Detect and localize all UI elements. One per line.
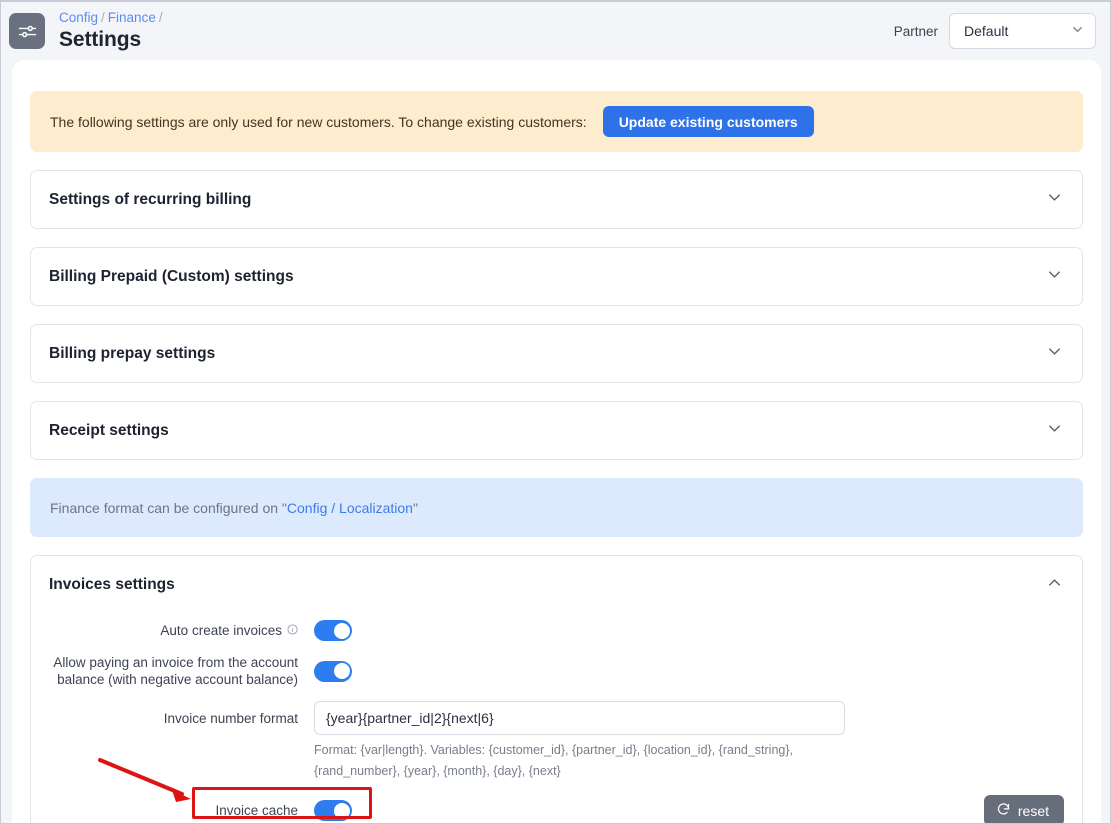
panel-receipt-settings-header[interactable]: Receipt settings bbox=[31, 402, 1082, 459]
row-invoice-number-format: Invoice number format Format: {var|lengt… bbox=[49, 701, 1064, 782]
auto-create-invoices-label-wrap: Auto create invoices bbox=[49, 622, 314, 639]
auto-create-invoices-label: Auto create invoices bbox=[160, 623, 282, 638]
panel-billing-prepay-title: Billing prepay settings bbox=[49, 344, 216, 362]
panel-invoices-settings-header[interactable]: Invoices settings bbox=[31, 556, 1082, 613]
invoice-number-format-label: Invoice number format bbox=[163, 711, 298, 726]
invoice-cache-label: Invoice cache bbox=[215, 803, 298, 818]
update-existing-customers-button[interactable]: Update existing customers bbox=[602, 106, 814, 137]
header-title-block: Config / Finance / Settings bbox=[59, 10, 166, 52]
panel-invoices-settings-body: Auto create invoices Allow paying an inv… bbox=[31, 613, 1082, 823]
panel-invoices-settings: Invoices settings Auto create invoices A… bbox=[30, 555, 1083, 823]
invoice-cache-toggle[interactable] bbox=[314, 800, 352, 821]
row-invoice-cache: Invoice cache reset bbox=[49, 795, 1064, 823]
panel-billing-prepaid-custom: Billing Prepaid (Custom) settings bbox=[30, 247, 1083, 306]
allow-paying-from-balance-label: Allow paying an invoice from the account… bbox=[53, 655, 298, 687]
header-right-controls: Partner Default bbox=[894, 13, 1096, 49]
invoice-number-format-input[interactable] bbox=[314, 701, 845, 735]
allow-paying-from-balance-toggle[interactable] bbox=[314, 660, 352, 682]
content-card: The following settings are only used for… bbox=[12, 60, 1101, 823]
invoice-number-format-field-group: Format: {var|length}. Variables: {custom… bbox=[314, 701, 845, 782]
toggle-knob bbox=[333, 802, 350, 819]
chevron-up-icon[interactable] bbox=[1045, 573, 1064, 597]
panel-billing-prepay: Billing prepay settings bbox=[30, 324, 1083, 383]
panel-billing-prepaid-custom-header[interactable]: Billing Prepaid (Custom) settings bbox=[31, 248, 1082, 305]
info-text-before: Finance format can be configured on " bbox=[50, 499, 287, 516]
panel-invoices-settings-title: Invoices settings bbox=[49, 575, 175, 593]
panel-recurring-billing-title: Settings of recurring billing bbox=[49, 190, 252, 208]
breadcrumb-item-config[interactable]: Config bbox=[59, 10, 98, 25]
info-text-after: " bbox=[412, 499, 418, 516]
partner-select-value: Default bbox=[964, 23, 1009, 39]
toggle-knob bbox=[333, 622, 350, 639]
page-title: Settings bbox=[59, 28, 142, 51]
toggle-knob bbox=[333, 663, 350, 679]
panel-recurring-billing: Settings of recurring billing bbox=[30, 170, 1083, 229]
panel-receipt-settings-title: Receipt settings bbox=[49, 421, 169, 439]
settings-page: Config / Finance / Settings Partner Default… bbox=[0, 0, 1111, 824]
chevron-down-icon[interactable] bbox=[1045, 265, 1064, 289]
panel-recurring-billing-header[interactable]: Settings of recurring billing bbox=[31, 171, 1082, 228]
new-customers-banner: The following settings are only used for… bbox=[30, 91, 1083, 152]
row-auto-create-invoices: Auto create invoices bbox=[49, 620, 1064, 641]
finance-format-info-text: Finance format can be configured on "Con… bbox=[50, 500, 418, 516]
panel-billing-prepaid-custom-title: Billing Prepaid (Custom) settings bbox=[49, 267, 294, 285]
chevron-down-icon[interactable] bbox=[1045, 342, 1064, 366]
chevron-down-icon[interactable] bbox=[1045, 188, 1064, 212]
config-localization-link[interactable]: Config / Localization bbox=[287, 500, 413, 516]
breadcrumb-separator-1: / bbox=[101, 10, 105, 25]
sliders-icon bbox=[9, 13, 45, 49]
partner-label: Partner bbox=[893, 23, 938, 39]
breadcrumb: Config / Finance / bbox=[59, 10, 166, 26]
page-header: Config / Finance / Settings Partner Default bbox=[1, 2, 1110, 60]
invoice-number-format-hint: Format: {var|length}. Variables: {custom… bbox=[314, 743, 794, 778]
partner-select[interactable]: Default bbox=[949, 13, 1096, 49]
reset-button-label: reset bbox=[1017, 802, 1049, 819]
panel-receipt-settings: Receipt settings bbox=[30, 401, 1083, 460]
breadcrumb-item-finance[interactable]: Finance bbox=[108, 10, 156, 25]
chevron-down-icon bbox=[1070, 22, 1085, 40]
auto-create-invoices-toggle[interactable] bbox=[314, 620, 352, 641]
reset-button[interactable]: reset bbox=[983, 795, 1064, 823]
row-allow-paying-from-balance: Allow paying an invoice from the account… bbox=[49, 654, 1064, 688]
panel-billing-prepay-header[interactable]: Billing prepay settings bbox=[31, 325, 1082, 382]
new-customers-banner-text: The following settings are only used for… bbox=[50, 113, 587, 130]
refresh-icon bbox=[996, 802, 1011, 820]
info-circle-icon[interactable] bbox=[287, 622, 298, 639]
finance-format-info-banner: Finance format can be configured on "Con… bbox=[30, 478, 1083, 537]
breadcrumb-separator-2: / bbox=[158, 10, 163, 25]
chevron-down-icon[interactable] bbox=[1045, 419, 1064, 443]
